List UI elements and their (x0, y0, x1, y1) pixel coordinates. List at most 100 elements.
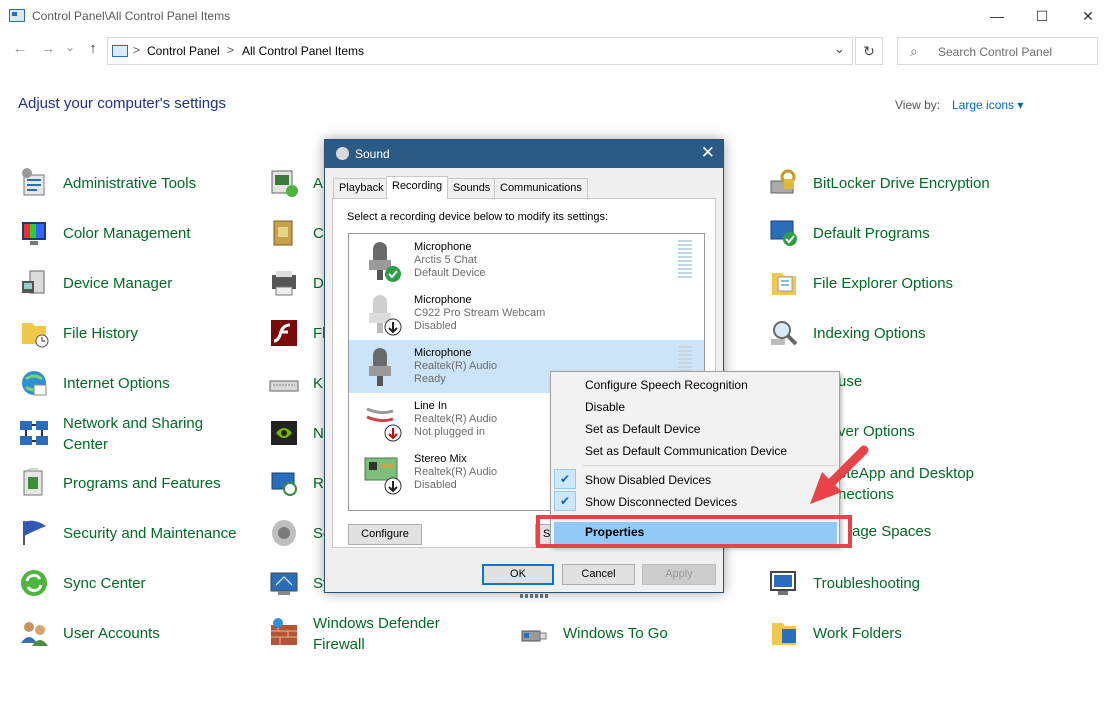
ok-button[interactable]: OK (482, 564, 554, 585)
view-by-dropdown[interactable]: Large icons ▾ (952, 98, 1023, 112)
cancel-button[interactable]: Cancel (562, 564, 635, 585)
cp-item-network-sharing[interactable]: Network and Sharing Center (18, 413, 248, 457)
search-input[interactable]: Search Control Panel (938, 45, 1052, 59)
tab-sounds[interactable]: Sounds (447, 178, 497, 198)
cp-item-storage-spaces-partial[interactable]: age Spaces (852, 523, 931, 540)
page-title: Adjust your computer's settings (18, 95, 226, 112)
maximize-button[interactable]: ☐ (1019, 0, 1065, 32)
breadcrumb-all-items[interactable]: All Control Panel Items (242, 44, 364, 58)
device-name: Microphone (414, 294, 472, 306)
system-icon (270, 572, 298, 595)
flag-icon (23, 520, 46, 545)
cp-item-user-accounts[interactable]: User Accounts (18, 613, 248, 653)
cp-item-file-history[interactable]: File History (18, 313, 248, 353)
cp-item-col2[interactable]: N (268, 413, 328, 453)
cp-item-sync-center[interactable]: Sync Center (18, 563, 248, 603)
cp-item-label: Windows Defender Firewall (313, 615, 440, 653)
bitlocker-icon (770, 169, 796, 194)
cp-item-label: Default Programs (813, 224, 930, 242)
close-button[interactable]: ✕ (1065, 0, 1111, 32)
cp-item-col2[interactable]: So (268, 513, 331, 553)
apply-button[interactable]: Apply (642, 564, 716, 585)
tab-recording[interactable]: Recording (386, 176, 449, 199)
view-by-label: View by: (895, 98, 941, 112)
menu-item-show-disconnected[interactable]: Show Disconnected Devices (585, 495, 737, 509)
cp-item-administrative-tools[interactable]: Administrative Tools (18, 163, 248, 203)
nvidia-icon (271, 421, 297, 445)
cp-item-label: R (313, 474, 324, 492)
level-meter (678, 240, 692, 280)
configure-button[interactable]: Configure (348, 524, 422, 545)
cp-item-mouse-partial[interactable]: use (838, 373, 862, 390)
keyboard-icon (269, 380, 299, 392)
cp-item-work-folders[interactable]: Work Folders (768, 613, 1008, 653)
device-row[interactable]: Microphone Arctis 5 Chat Default Device (349, 234, 704, 287)
address-dropdown-button[interactable]: ⌄ (834, 41, 845, 57)
cp-item-col2[interactable]: D (268, 263, 328, 303)
cp-item-label: N (313, 424, 324, 442)
recovery-icon (271, 472, 297, 496)
refresh-button[interactable]: ↻ (855, 37, 883, 65)
cp-item-internet-options[interactable]: Internet Options (18, 363, 248, 403)
device-detail: Arctis 5 Chat (414, 254, 477, 266)
forward-button[interactable]: → (38, 40, 58, 57)
tab-communications[interactable]: Communications (494, 178, 588, 198)
sync-icon (21, 570, 47, 596)
cp-item-security-maintenance[interactable]: Security and Maintenance (18, 513, 248, 553)
menu-item-set-default[interactable]: Set as Default Device (585, 422, 700, 436)
device-name: Stereo Mix (414, 453, 467, 465)
breadcrumb-control-panel[interactable]: Control Panel (147, 44, 220, 58)
back-button[interactable]: ← (10, 40, 30, 57)
menu-item-disable[interactable]: Disable (585, 400, 625, 414)
instruction-text: Select a recording device below to modif… (347, 211, 609, 223)
cp-item-file-explorer-options[interactable]: File Explorer Options (768, 263, 1008, 303)
line-in-icon (366, 407, 402, 442)
address-bar[interactable]: > Control Panel > All Control Panel Item… (107, 37, 853, 65)
cp-item-programs-features[interactable]: Programs and Features (18, 463, 248, 503)
window-title-bar: Control Panel\All Control Panel Items — … (0, 0, 1111, 32)
cp-item-windows-defender-firewall[interactable]: Windows Defender Firewall (268, 613, 468, 657)
cp-item-troubleshooting[interactable]: Troubleshooting (768, 563, 1008, 603)
menu-item-set-default-communication[interactable]: Set as Default Communication Device (585, 444, 787, 458)
cp-item-label: Indexing Options (813, 324, 926, 342)
cp-item-label: User Accounts (63, 624, 160, 642)
cp-item-default-programs[interactable]: Default Programs (768, 213, 1008, 253)
recent-locations-button[interactable]: ⌄ (60, 40, 80, 54)
device-row[interactable]: Microphone C922 Pro Stream Webcam Disabl… (349, 287, 704, 340)
menu-item-show-disabled[interactable]: Show Disabled Devices (585, 473, 711, 487)
cp-item-power-options-partial[interactable]: ver Options (838, 423, 915, 440)
cp-item-label: A (313, 174, 324, 192)
troubleshooting-icon (770, 571, 796, 595)
cp-item-col2[interactable]: A (268, 163, 328, 203)
tab-playback[interactable]: Playback (333, 178, 390, 198)
sound-icon (336, 147, 349, 160)
menu-item-configure-speech[interactable]: Configure Speech Recognition (585, 378, 748, 392)
cp-item-device-manager[interactable]: Device Manager (18, 263, 248, 303)
cp-item-label: Network and Sharing Center (63, 415, 204, 453)
cp-item-col2[interactable]: Sy (268, 563, 331, 603)
search-box[interactable]: ⌕ Search Control Panel (897, 37, 1098, 65)
firewall-icon (271, 618, 297, 645)
flash-player-icon (271, 320, 297, 346)
cp-item-indexing-options[interactable]: Indexing Options (768, 313, 1008, 353)
cp-item-windows-to-go[interactable]: Windows To Go (518, 613, 718, 653)
device-status: Not plugged in (414, 426, 485, 438)
cp-item-label: Work Folders (813, 624, 902, 642)
check-icon: ✔ (554, 491, 576, 511)
up-button[interactable]: ↑ (83, 40, 103, 57)
cp-item-bitlocker[interactable]: BitLocker Drive Encryption (768, 163, 1008, 203)
programs-features-icon (23, 468, 43, 496)
minimize-button[interactable]: — (974, 0, 1020, 32)
search-icon: ⌕ (910, 43, 918, 59)
cp-item-color-management[interactable]: Color Management (18, 213, 248, 253)
breadcrumb-separator: > (133, 43, 141, 57)
cp-item-col2[interactable]: Fl (268, 313, 328, 353)
cp-item-label: K (313, 374, 324, 392)
cp-item-col2[interactable]: R (268, 463, 328, 503)
cp-item-col2[interactable]: C (268, 213, 328, 253)
device-name: Line In (414, 400, 448, 412)
dialog-close-button[interactable]: ✕ (701, 143, 715, 163)
cp-item-col2[interactable]: K (268, 363, 328, 403)
device-name: Microphone (414, 241, 472, 253)
window-title: Control Panel\All Control Panel Items (32, 9, 231, 23)
